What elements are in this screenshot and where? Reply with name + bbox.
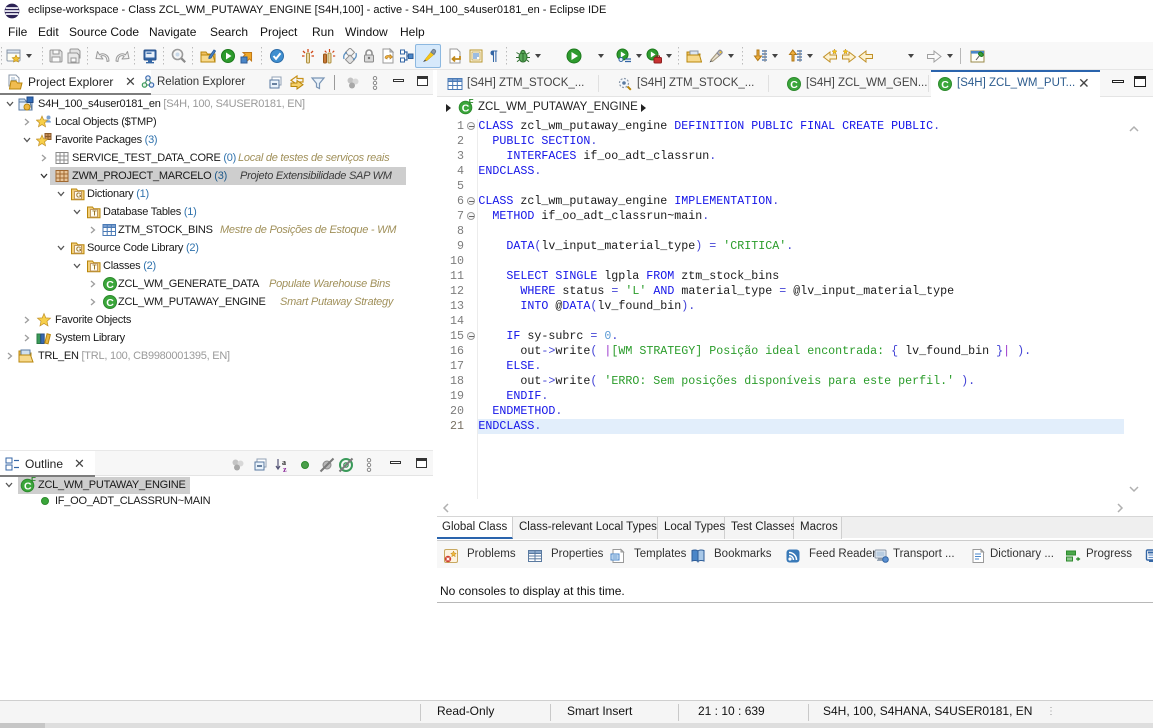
svg-text:C: C [106, 279, 114, 291]
svg-text:G: G [76, 247, 82, 254]
svg-text:F: F [31, 477, 36, 485]
svg-text:F: F [469, 99, 474, 107]
svg-text:C: C [790, 79, 798, 91]
svg-text:G: G [76, 193, 82, 200]
svg-text:C: C [941, 79, 949, 91]
svg-text:C: C [106, 297, 114, 309]
svg-text:z: z [283, 465, 287, 473]
